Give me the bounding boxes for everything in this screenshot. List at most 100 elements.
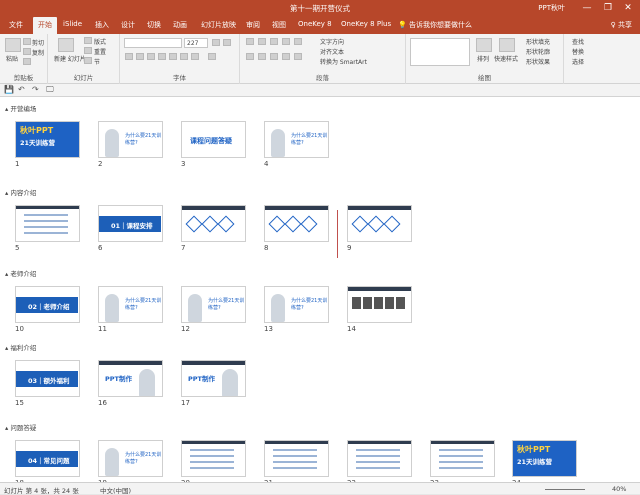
- section-header[interactable]: ▴ 问题答疑: [5, 422, 36, 432]
- cut-icon[interactable]: [23, 38, 31, 45]
- format-painter-icon[interactable]: [23, 58, 31, 65]
- tab-file[interactable]: 文件: [9, 20, 23, 30]
- indent-decrease-icon[interactable]: [270, 38, 278, 45]
- tab-slideshow[interactable]: 幻灯片放映: [201, 20, 236, 30]
- change-case-icon[interactable]: [191, 53, 199, 60]
- arrange-label[interactable]: 排列: [477, 54, 489, 63]
- select-button[interactable]: 选择: [572, 57, 584, 66]
- slide-thumbnail[interactable]: PPT制作: [98, 360, 163, 397]
- copy-icon[interactable]: [23, 48, 31, 55]
- slide-thumbnail[interactable]: [264, 205, 329, 242]
- tab-review[interactable]: 审阅: [246, 20, 260, 30]
- slide-thumbnail[interactable]: [181, 205, 246, 242]
- tab-islide[interactable]: iSlide: [63, 20, 82, 28]
- justify-icon[interactable]: [282, 53, 290, 60]
- shrink-font-icon[interactable]: [223, 39, 231, 46]
- cut-label[interactable]: 剪切: [32, 38, 44, 47]
- save-icon[interactable]: 💾: [4, 85, 14, 94]
- smartart-button[interactable]: 转换为 SmartArt: [320, 57, 367, 66]
- close-button[interactable]: ✕: [618, 0, 638, 17]
- slide-thumbnail[interactable]: 04｜常见问题: [15, 440, 80, 477]
- slide-thumbnail[interactable]: 03｜额外福利: [15, 360, 80, 397]
- slide-thumbnail[interactable]: 01｜课程安排: [98, 205, 163, 242]
- tab-onekey8-plus[interactable]: OneKey 8 Plus: [341, 20, 391, 28]
- font-name-combo[interactable]: [124, 38, 182, 48]
- reset-icon[interactable]: [84, 47, 92, 54]
- slide-thumbnail[interactable]: 为什么要21天训练营?: [98, 440, 163, 477]
- numbering-icon[interactable]: [258, 38, 266, 45]
- bullets-icon[interactable]: [246, 38, 254, 45]
- slide-thumbnail[interactable]: [15, 205, 80, 242]
- account-name[interactable]: PPT秋叶: [538, 3, 565, 13]
- copy-label[interactable]: 复制: [32, 48, 44, 57]
- slide-thumbnail[interactable]: [264, 440, 329, 477]
- slide-thumbnail[interactable]: PPT制作: [181, 360, 246, 397]
- text-direction-button[interactable]: 文字方向: [320, 37, 344, 46]
- tab-home[interactable]: 开始: [33, 17, 57, 34]
- italic-icon[interactable]: [136, 53, 144, 60]
- quick-styles-label[interactable]: 快速样式: [494, 54, 518, 63]
- tab-insert[interactable]: 插入: [95, 20, 109, 30]
- slide-thumbnail[interactable]: [347, 205, 412, 242]
- new-slide-icon[interactable]: [58, 38, 74, 52]
- strikethrough-icon[interactable]: [169, 53, 177, 60]
- layout-label[interactable]: 版式: [94, 37, 106, 46]
- slide-thumbnail[interactable]: 秋叶PPT 21天训练营: [15, 121, 80, 158]
- tab-transitions[interactable]: 切换: [147, 20, 161, 30]
- arrange-icon[interactable]: [476, 38, 492, 52]
- bold-icon[interactable]: [125, 53, 133, 60]
- redo-icon[interactable]: ↷: [32, 85, 39, 94]
- tab-design[interactable]: 设计: [121, 20, 135, 30]
- section-header[interactable]: ▴ 内容介绍: [5, 187, 36, 197]
- layout-icon[interactable]: [84, 37, 92, 44]
- tab-onekey8[interactable]: OneKey 8: [298, 20, 332, 28]
- shapes-gallery[interactable]: [410, 38, 470, 66]
- slide-thumbnail[interactable]: 为什么要21天训练营?: [264, 286, 329, 323]
- align-right-icon[interactable]: [270, 53, 278, 60]
- new-slide-label[interactable]: 新建 幻灯片: [54, 54, 86, 63]
- present-icon[interactable]: 🖵: [46, 85, 54, 95]
- slide-thumbnail[interactable]: 秋叶PPT 21天训练营: [512, 440, 577, 477]
- find-button[interactable]: 查找: [572, 37, 584, 46]
- font-color-icon[interactable]: [208, 53, 216, 60]
- columns-icon[interactable]: [294, 53, 302, 60]
- quick-styles-icon[interactable]: [499, 38, 515, 52]
- slide-thumbnail[interactable]: 为什么要21天训练营?: [98, 121, 163, 158]
- paste-icon[interactable]: [5, 38, 21, 52]
- zoom-level[interactable]: 40%: [612, 485, 626, 493]
- align-left-icon[interactable]: [246, 53, 254, 60]
- tab-view[interactable]: 视图: [272, 20, 286, 30]
- slide-thumbnail[interactable]: [347, 286, 412, 323]
- underline-icon[interactable]: [147, 53, 155, 60]
- slide-thumbnail[interactable]: 为什么要21天训练营?: [264, 121, 329, 158]
- section-icon[interactable]: [84, 57, 92, 64]
- section-label[interactable]: 节: [94, 57, 100, 66]
- tell-me-search[interactable]: 💡 告诉我你想要做什么: [398, 20, 472, 30]
- tab-animations[interactable]: 动画: [173, 20, 187, 30]
- line-spacing-icon[interactable]: [294, 38, 302, 45]
- slide-thumbnail[interactable]: [347, 440, 412, 477]
- replace-button[interactable]: 替换: [572, 47, 584, 56]
- align-text-button[interactable]: 对齐文本: [320, 47, 344, 56]
- slide-thumbnail[interactable]: 02｜老师介绍: [15, 286, 80, 323]
- paste-label[interactable]: 粘贴: [6, 54, 18, 63]
- share-button[interactable]: ♀ 共享: [611, 20, 632, 30]
- shape-outline-button[interactable]: 形状轮廓: [526, 47, 550, 56]
- restore-button[interactable]: ❐: [598, 0, 618, 17]
- section-header[interactable]: ▴ 开营编场: [5, 103, 36, 113]
- shape-effects-button[interactable]: 形状效果: [526, 57, 550, 66]
- section-header[interactable]: ▴ 福利介绍: [5, 342, 36, 352]
- shadow-icon[interactable]: [158, 53, 166, 60]
- undo-icon[interactable]: ↶: [18, 85, 25, 94]
- section-header[interactable]: ▴ 老师介绍: [5, 268, 36, 278]
- font-size-combo[interactable]: 227: [184, 38, 208, 48]
- align-center-icon[interactable]: [258, 53, 266, 60]
- indent-increase-icon[interactable]: [282, 38, 290, 45]
- slide-thumbnail[interactable]: 课程问题答疑: [181, 121, 246, 158]
- grow-font-icon[interactable]: [212, 39, 220, 46]
- shape-fill-button[interactable]: 形状填充: [526, 37, 550, 46]
- spacing-icon[interactable]: [180, 53, 188, 60]
- minimize-button[interactable]: —: [577, 0, 597, 17]
- slide-thumbnail[interactable]: [181, 440, 246, 477]
- zoom-slider[interactable]: [545, 489, 585, 490]
